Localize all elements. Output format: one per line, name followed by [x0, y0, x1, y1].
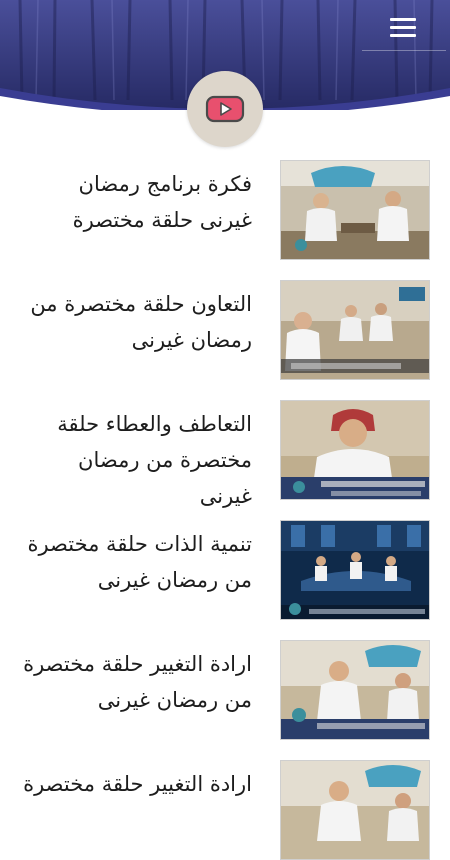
video-title: تنمية الذات حلقة مختصرة من رمضان غيرنى — [27, 532, 252, 592]
video-thumbnail[interactable] — [280, 520, 430, 620]
video-title: ارادة التغيير حلقة مختصرة — [23, 772, 252, 796]
youtube-badge — [187, 71, 263, 147]
video-thumbnail[interactable] — [280, 400, 430, 500]
video-title: التعاطف والعطاء حلقة مختصرة من رمضان غير… — [57, 412, 252, 508]
video-list-item[interactable]: ارادة التغيير حلقة مختصرة — [0, 760, 450, 860]
video-list-item[interactable]: التعاون حلقة مختصرة من رمضان غيرنى — [0, 280, 450, 380]
video-list-item[interactable]: تنمية الذات حلقة مختصرة من رمضان غيرنى — [0, 520, 450, 620]
hamburger-menu-icon[interactable] — [388, 16, 418, 40]
youtube-play-icon — [205, 95, 245, 123]
video-thumbnail[interactable] — [280, 760, 430, 860]
video-list-item[interactable]: فكرة برنامج رمضان غيرنى حلقة مختصرة — [0, 160, 450, 260]
video-title: فكرة برنامج رمضان غيرنى حلقة مختصرة — [72, 172, 252, 232]
video-thumbnail[interactable] — [280, 640, 430, 740]
video-title: التعاون حلقة مختصرة من رمضان غيرنى — [30, 292, 252, 352]
video-title: ارادة التغيير حلقة مختصرة من رمضان غيرنى — [23, 652, 252, 712]
menu-divider — [362, 50, 446, 51]
video-list-item[interactable]: ارادة التغيير حلقة مختصرة من رمضان غيرنى — [0, 640, 450, 740]
video-thumbnail[interactable] — [280, 280, 430, 380]
video-thumbnail[interactable] — [280, 160, 430, 260]
video-list-item[interactable]: التعاطف والعطاء حلقة مختصرة من رمضان غير… — [0, 400, 450, 508]
